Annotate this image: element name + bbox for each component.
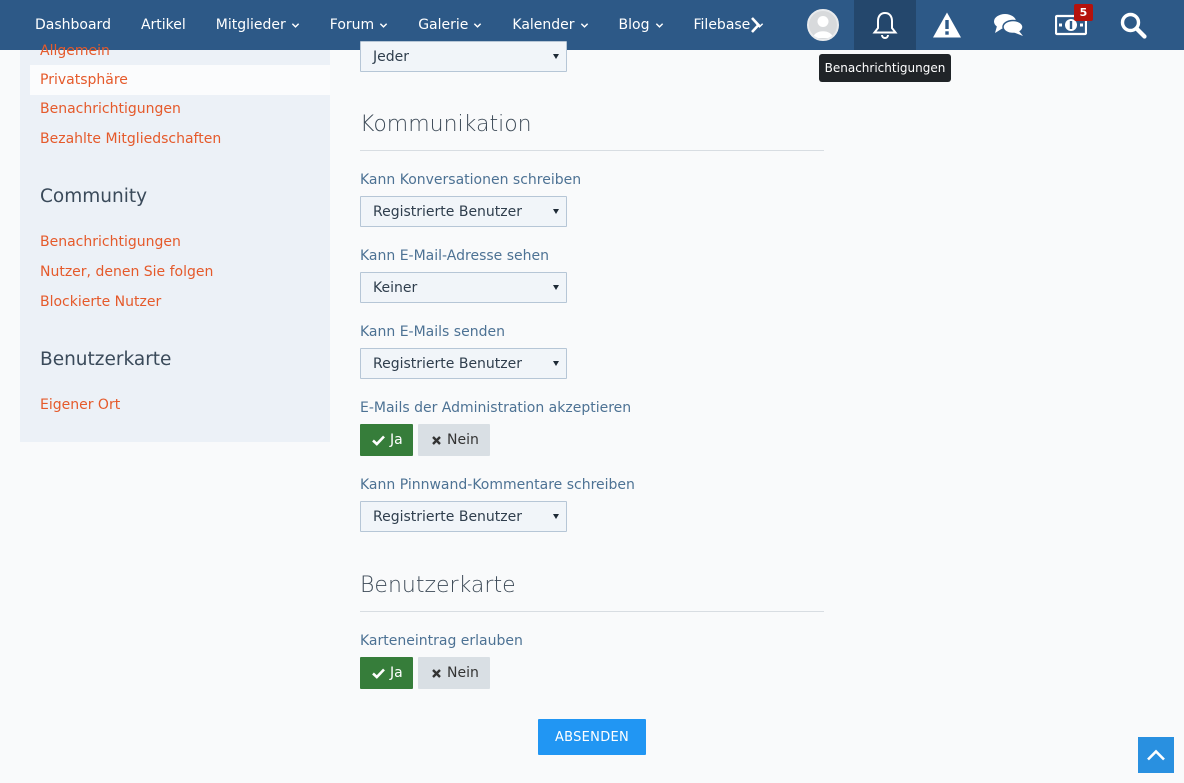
sidebar-item-blocked[interactable]: Blockierte Nutzer (40, 294, 161, 310)
search-button[interactable] (1102, 0, 1164, 50)
select-value: Keiner (373, 279, 418, 296)
sidebar-heading-community: Community (40, 186, 148, 207)
main-navigation: Dashboard Artikel Mitglieder Forum Galer… (0, 0, 1184, 50)
sidebar-item-label: Privatsphäre (40, 72, 128, 88)
chevron-down-icon (580, 22, 588, 28)
caret-down-icon (553, 514, 559, 519)
user-panel: 5 (792, 0, 1164, 50)
sidebar-heading-benutzerkarte: Benutzerkarte (40, 349, 172, 370)
sidebar-item-privatsphaere[interactable]: Privatsphäre (30, 65, 330, 95)
admin-mails-no-button[interactable]: Nein (418, 424, 490, 456)
sidebar-item-community-benachrichtigungen[interactable]: Benachrichtigungen (40, 234, 181, 250)
submit-button[interactable]: ABSENDEN (538, 719, 646, 755)
settings-sidebar: Allgemein Privatsphäre Benachrichtigunge… (20, 43, 330, 442)
menu-item-label: Mitglieder (215, 17, 286, 33)
search-icon (1120, 12, 1147, 39)
section-divider (360, 150, 824, 151)
send-mails-label: Kann E-Mails senden (360, 324, 505, 340)
section-divider (360, 611, 824, 612)
toggle-label: Nein (447, 432, 479, 448)
chevron-down-icon (655, 22, 663, 28)
chat-bubbles-icon (994, 14, 1024, 36)
conversations-button[interactable] (978, 0, 1040, 50)
paid-memberships-button[interactable]: 5 (1040, 0, 1102, 50)
menu-overflow-button[interactable] (740, 0, 770, 50)
sidebar-item-benachrichtigungen[interactable]: Benachrichtigungen (40, 101, 181, 117)
wall-comments-select[interactable]: Registrierte Benutzer (360, 501, 567, 532)
conversations-select[interactable]: Registrierte Benutzer (360, 196, 567, 227)
select-value: Registrierte Benutzer (373, 508, 523, 525)
sidebar-item-allgemein[interactable]: Allgemein (40, 43, 110, 59)
allow-map-entry-label: Karteneintrag erlauben (360, 633, 523, 649)
select-value: Jeder (373, 48, 409, 65)
conversations-label: Kann Konversationen schreiben (360, 172, 582, 188)
allow-map-entry-yes-button[interactable]: Ja (360, 657, 413, 689)
cross-icon (432, 668, 441, 678)
admin-mails-yes-button[interactable]: Ja (360, 424, 413, 456)
menu-item-label: Kalender (512, 17, 575, 33)
menu-item-label: Artikel (140, 17, 186, 33)
send-mails-select[interactable]: Registrierte Benutzer (360, 348, 567, 379)
check-icon (372, 668, 385, 679)
privacy-select[interactable]: Jeder (360, 41, 567, 72)
bell-icon (872, 11, 898, 39)
warning-triangle-icon (933, 12, 961, 38)
menu-item-label: Galerie (418, 17, 469, 33)
menu-item-blog[interactable]: Blog (604, 0, 679, 50)
sidebar-item-following[interactable]: Nutzer, denen Sie folgen (40, 264, 213, 280)
notifications-tooltip: Benachrichtigungen (819, 54, 951, 82)
chevron-down-icon (380, 22, 388, 28)
toggle-label: Ja (390, 665, 403, 681)
menu-item-label: Forum (329, 17, 375, 33)
menu-item-artikel[interactable]: Artikel (126, 0, 201, 50)
caret-down-icon (553, 54, 559, 59)
chevron-down-icon (291, 22, 299, 28)
moderation-button[interactable] (916, 0, 978, 50)
notification-badge: 5 (1074, 4, 1093, 21)
admin-mails-label: E-Mails der Administration akzeptieren (360, 400, 632, 416)
sidebar-item-eigener-ort[interactable]: Eigener Ort (40, 397, 120, 413)
menu-item-label: Blog (618, 17, 650, 33)
chevron-right-icon (751, 17, 761, 33)
chevron-down-icon (474, 22, 482, 28)
email-visible-select[interactable]: Keiner (360, 272, 567, 303)
select-value: Registrierte Benutzer (373, 203, 523, 220)
user-menu-button[interactable] (792, 0, 854, 50)
caret-down-icon (553, 361, 559, 366)
section-title-kommunikation: Kommunikation (360, 112, 532, 137)
allow-map-entry-no-button[interactable]: Nein (418, 657, 490, 689)
back-to-top-button[interactable] (1138, 737, 1174, 773)
caret-down-icon (553, 285, 559, 290)
menu-item-label: Dashboard (35, 17, 111, 33)
section-title-benutzerkarte: Benutzerkarte (360, 573, 516, 598)
toggle-label: Nein (447, 665, 479, 681)
cross-icon (432, 435, 441, 445)
email-visible-label: Kann E-Mail-Adresse sehen (360, 248, 549, 264)
user-avatar-icon (813, 16, 833, 38)
select-value: Registrierte Benutzer (373, 355, 523, 372)
avatar (807, 9, 839, 41)
caret-down-icon (553, 209, 559, 214)
chevron-up-icon (1147, 749, 1165, 761)
notifications-button[interactable] (854, 0, 916, 50)
toggle-label: Ja (390, 432, 403, 448)
sidebar-item-bezahlte-mitgliedschaften[interactable]: Bezahlte Mitgliedschaften (40, 131, 221, 147)
wall-comments-label: Kann Pinnwand-Kommentare schreiben (360, 477, 635, 493)
menu-item-mitglieder[interactable]: Mitglieder (201, 0, 315, 50)
check-icon (372, 435, 385, 446)
